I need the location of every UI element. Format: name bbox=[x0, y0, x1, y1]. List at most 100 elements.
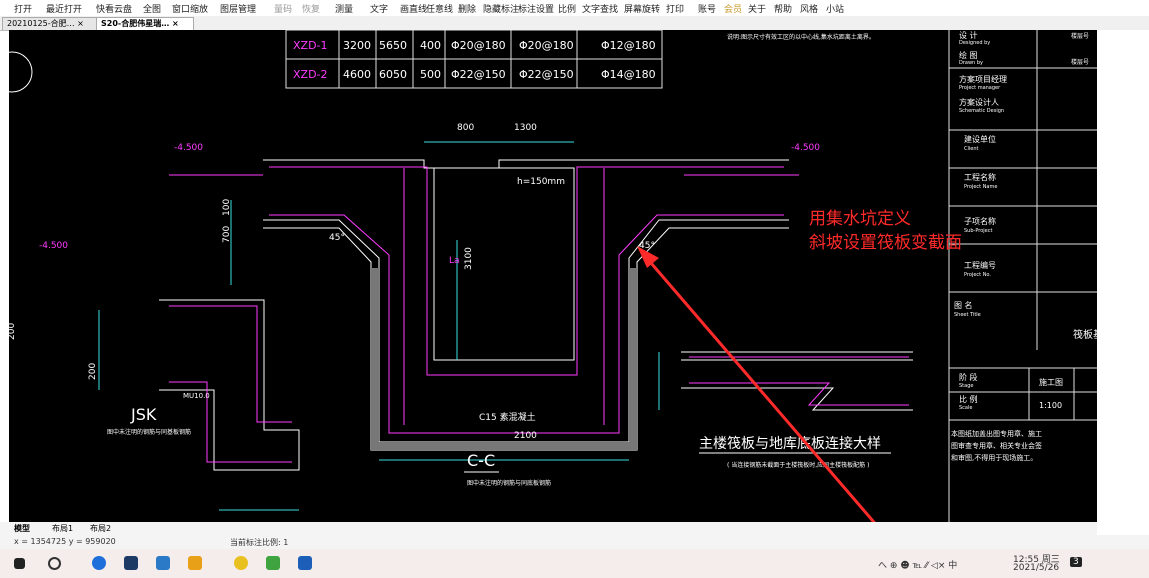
menu-item[interactable]: 图层管理 bbox=[220, 2, 256, 15]
menu-item[interactable]: 小站 bbox=[826, 2, 844, 15]
jsk-sub-label: 图中未注明的钢筋与同基板钢筋 bbox=[107, 428, 191, 436]
svg-text:子项名称: 子项名称 bbox=[964, 216, 996, 226]
detail-title: 主楼筏板与地库底板连接大样 bbox=[699, 435, 881, 452]
menu-item[interactable]: 恢复 bbox=[302, 2, 320, 15]
menu-item[interactable]: 全图 bbox=[143, 2, 161, 15]
annotation-line-1: 用集水坑定义 bbox=[809, 209, 911, 229]
svg-text:Project No.: Project No. bbox=[964, 272, 991, 278]
section-sub-label: 图中未注明的钢筋与同底板钢筋 bbox=[467, 479, 551, 487]
svg-text:楼层号: 楼层号 bbox=[1071, 32, 1089, 40]
menu-item[interactable]: 文字查找 bbox=[582, 2, 618, 15]
layout-tab-model[interactable]: 模型 bbox=[14, 523, 30, 534]
layout-tab-2[interactable]: 布局2 bbox=[90, 523, 111, 534]
menu-item[interactable]: 打印 bbox=[666, 2, 684, 15]
menu-item[interactable]: 会员 bbox=[724, 2, 742, 15]
svg-text:Scale: Scale bbox=[959, 405, 972, 411]
svg-text:Project Name: Project Name bbox=[964, 184, 997, 190]
rebar-label: La bbox=[449, 256, 460, 266]
layout-tab-1[interactable]: 布局1 bbox=[52, 523, 73, 534]
dim-label: 200 bbox=[88, 363, 98, 380]
right-margin bbox=[1097, 30, 1149, 535]
pit-section-labels: 800 1300 -4.500 -4.500 -4.500 3100 2100 … bbox=[39, 123, 820, 441]
coordinates-readout: x = 1354725 y = 959020 bbox=[14, 537, 116, 546]
menu-item[interactable]: 窗口缩放 bbox=[172, 2, 208, 15]
angle-label: 45° bbox=[329, 233, 345, 243]
clock-date[interactable]: 2021/5/26 bbox=[1013, 563, 1059, 573]
menu-item[interactable]: 删除 bbox=[458, 2, 476, 15]
table-cell: XZD-2 bbox=[293, 68, 328, 81]
ie-icon[interactable] bbox=[266, 556, 280, 570]
store-icon[interactable] bbox=[124, 556, 138, 570]
elevation-label: -4.500 bbox=[39, 241, 68, 251]
svg-text:绘 图: 绘 图 bbox=[959, 50, 978, 60]
svg-text:方案设计人: 方案设计人 bbox=[959, 97, 999, 107]
section-label: C-C bbox=[467, 451, 495, 470]
svg-text:Project manager: Project manager bbox=[959, 85, 1001, 91]
jsk-label: JSK bbox=[130, 405, 157, 424]
layout-tab-bar: 模型 布局1 布局2 bbox=[0, 522, 1097, 535]
table-cell: 500 bbox=[420, 68, 441, 81]
mu-label: MU10.0 bbox=[183, 392, 210, 400]
start-icon[interactable] bbox=[14, 558, 25, 569]
menu-item[interactable]: 比例 bbox=[558, 2, 576, 15]
table-cell: Φ14@180 bbox=[601, 68, 656, 81]
svg-text:楼层号: 楼层号 bbox=[1071, 58, 1089, 66]
svg-text:设 计: 设 计 bbox=[959, 30, 978, 40]
folder-icon[interactable] bbox=[188, 556, 202, 570]
dim-label: 2100 bbox=[514, 431, 537, 441]
svg-text:Client: Client bbox=[964, 146, 979, 152]
cad-viewer-icon[interactable] bbox=[298, 556, 312, 570]
menu-item[interactable]: 画直线 bbox=[400, 2, 427, 15]
svg-text:1:100: 1:100 bbox=[1039, 401, 1062, 410]
dim-label: 700 bbox=[222, 226, 232, 243]
table-cell: Φ22@150 bbox=[519, 68, 574, 81]
svg-text:工程编号: 工程编号 bbox=[964, 260, 996, 270]
document-tab-2[interactable]: S20-合肥伟星瑞… × bbox=[96, 17, 194, 30]
table-cell: Φ22@150 bbox=[451, 68, 506, 81]
browser-icon[interactable] bbox=[92, 556, 106, 570]
document-tab-bar: 20210125-合肥… × S20-合肥伟星瑞… × bbox=[0, 16, 1149, 31]
mail-icon[interactable] bbox=[156, 556, 170, 570]
table-cell: 6050 bbox=[379, 68, 407, 81]
menu-item[interactable]: 风格 bbox=[800, 2, 818, 15]
svg-text:Sub-Project: Sub-Project bbox=[964, 228, 992, 234]
table-cell: 3200 bbox=[343, 39, 371, 52]
table-cell: Φ20@180 bbox=[451, 39, 506, 52]
menu-item[interactable]: 标注设置 bbox=[518, 2, 554, 15]
cad-drawing-canvas[interactable]: XZD-1 3200 5650 400 Φ20@180 Φ20@180 Φ12@… bbox=[9, 30, 1097, 522]
menu-item[interactable]: 屏幕旋转 bbox=[624, 2, 660, 15]
svg-text:Stage: Stage bbox=[959, 383, 973, 389]
windows-taskbar: へ ⊕ ☻ ℡ ⁄⁄ ◁× 中 12:55 周三 2021/5/26 3 bbox=[0, 549, 1149, 578]
menu-item[interactable]: 最近打开 bbox=[46, 2, 82, 15]
system-tray-icons[interactable]: へ ⊕ ☻ ℡ ⁄⁄ ◁× 中 bbox=[878, 558, 957, 571]
svg-text:Designed by: Designed by bbox=[959, 40, 990, 46]
svg-text:Drawn by: Drawn by bbox=[959, 60, 983, 66]
notification-badge[interactable]: 3 bbox=[1070, 557, 1082, 567]
app-icon[interactable] bbox=[234, 556, 248, 570]
menu-item[interactable]: 任意线 bbox=[426, 2, 453, 15]
menu-item[interactable]: 量码 bbox=[274, 2, 292, 15]
svg-text:阶 段: 阶 段 bbox=[959, 372, 978, 382]
menu-item[interactable]: 快看云盘 bbox=[96, 2, 132, 15]
svg-text:比 例: 比 例 bbox=[959, 394, 978, 404]
menu-item[interactable]: 测量 bbox=[335, 2, 353, 15]
table-cell: 4600 bbox=[343, 68, 371, 81]
dim-label: 800 bbox=[457, 123, 474, 133]
menu-item[interactable]: 打开 bbox=[14, 2, 32, 15]
menu-item[interactable]: 隐藏标注 bbox=[483, 2, 519, 15]
dim-label: 3100 bbox=[464, 247, 474, 270]
elevation-label: -4.500 bbox=[174, 143, 203, 153]
svg-text:Schematic Design: Schematic Design bbox=[959, 108, 1004, 114]
menu-item[interactable]: 文字 bbox=[370, 2, 388, 15]
search-icon[interactable] bbox=[48, 557, 61, 570]
svg-text:方案项目经理: 方案项目经理 bbox=[959, 74, 1007, 84]
document-tab-label: S20-合肥伟星瑞… bbox=[101, 19, 170, 28]
menu-item[interactable]: 帮助 bbox=[774, 2, 792, 15]
document-tab-1[interactable]: 20210125-合肥… × bbox=[2, 17, 100, 30]
svg-text:施工图: 施工图 bbox=[1039, 377, 1063, 387]
table-cell: 400 bbox=[420, 39, 441, 52]
annotation-line-2: 斜坡设置筏板变截面 bbox=[809, 233, 962, 253]
svg-text:筏板基: 筏板基 bbox=[1073, 328, 1097, 341]
menu-item[interactable]: 关于 bbox=[748, 2, 766, 15]
menu-item[interactable]: 账号 bbox=[698, 2, 716, 15]
